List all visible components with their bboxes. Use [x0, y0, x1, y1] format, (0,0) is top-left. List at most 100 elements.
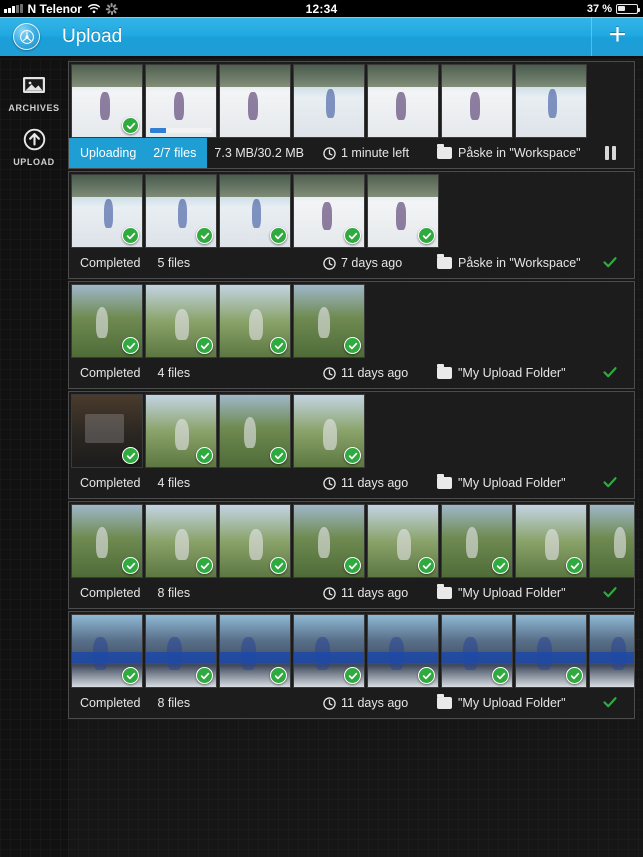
upload-time-label: 11 days ago [341, 476, 409, 490]
thumbnail[interactable] [441, 614, 513, 688]
upload-complete-badge [566, 557, 583, 574]
check-icon [602, 474, 618, 493]
thumbnail[interactable] [367, 504, 439, 578]
thumbnail[interactable] [71, 394, 143, 468]
upload-row[interactable]: Completed 4 files 11 days ago "My Upload Fo… [68, 391, 635, 499]
upload-row[interactable]: Completed 8 files 11 days ago "My Upload Fo… [68, 611, 635, 719]
upload-folder-label: Påske in "Workspace" [458, 256, 581, 270]
thumbnail[interactable] [145, 64, 217, 138]
upload-row[interactable]: Completed 4 files 11 days ago "My Upload Fo… [68, 281, 635, 389]
thumbnail[interactable] [219, 394, 291, 468]
clock-icon [323, 586, 336, 600]
thumbnail[interactable] [367, 64, 439, 138]
thumbnail[interactable] [515, 504, 587, 578]
sidebar-item-upload-label: UPLOAD [13, 157, 55, 167]
upload-folder-group: "My Upload Folder" [437, 584, 566, 600]
thumbnail[interactable] [219, 64, 291, 138]
thumbnail[interactable] [515, 64, 587, 138]
thumbnail[interactable] [367, 174, 439, 248]
thumbnail-strip [69, 172, 634, 248]
thumbnail[interactable] [219, 614, 291, 688]
thumbnail[interactable] [145, 174, 217, 248]
upload-complete-badge [344, 227, 361, 244]
thumbnail[interactable] [71, 64, 143, 138]
thumbnail[interactable] [71, 504, 143, 578]
upload-state-label: Completed [80, 256, 141, 270]
thumbnail[interactable] [145, 284, 217, 358]
upload-complete-badge [196, 337, 213, 354]
thumbnail[interactable] [71, 284, 143, 358]
thumbnail[interactable] [367, 614, 439, 688]
thumbnail[interactable] [293, 284, 365, 358]
thumbnail[interactable] [589, 504, 634, 578]
pause-upload-button[interactable] [586, 138, 634, 168]
folder-icon [437, 694, 452, 709]
folder-icon [437, 144, 452, 159]
thumbnail[interactable] [293, 174, 365, 248]
upload-time-group: 1 minute left [323, 146, 409, 160]
upload-folder-group: Påske in "Workspace" [437, 144, 581, 160]
upload-time-group: 11 days ago [323, 696, 408, 710]
upload-folder-group: "My Upload Folder" [437, 474, 566, 490]
thumbnail[interactable] [441, 504, 513, 578]
upload-complete-badge [270, 667, 287, 684]
upload-complete-badge [196, 447, 213, 464]
upload-file-count: 8 files [157, 696, 191, 710]
upload-list-panel[interactable]: Uploading 2/7 files 7.3 MB/30.2 MB 1 minute… [68, 59, 643, 857]
app-logo-icon[interactable] [13, 23, 40, 50]
upload-complete-badge [270, 447, 287, 464]
check-icon [602, 584, 618, 603]
thumbnail[interactable] [219, 504, 291, 578]
upload-complete-indicator [586, 358, 634, 388]
upload-row[interactable]: Uploading 2/7 files 7.3 MB/30.2 MB 1 minute… [68, 61, 635, 169]
thumbnail[interactable] [71, 614, 143, 688]
upload-time-group: 11 days ago [323, 366, 408, 380]
upload-row[interactable]: Completed 5 files 7 days ago Påske in "Work… [68, 171, 635, 279]
thumbnail[interactable] [293, 614, 365, 688]
upload-complete-badge [122, 667, 139, 684]
thumbnail[interactable] [515, 614, 587, 688]
clock-icon [323, 146, 336, 160]
sidebar-item-upload[interactable]: UPLOAD [0, 113, 68, 167]
thumbnail[interactable] [145, 614, 217, 688]
check-icon [602, 364, 618, 383]
thumbnail-strip [69, 62, 634, 138]
upload-row[interactable]: Completed 8 files 11 days ago "My Upload Fo… [68, 501, 635, 609]
upload-complete-indicator [586, 248, 634, 278]
page-title: Upload [62, 25, 123, 47]
upload-complete-badge [196, 227, 213, 244]
upload-complete-badge [566, 667, 583, 684]
thumbnail[interactable] [145, 394, 217, 468]
upload-time-label: 11 days ago [341, 696, 409, 710]
upload-folder-group: "My Upload Folder" [437, 694, 566, 710]
clock-icon [323, 696, 336, 710]
thumbnail[interactable] [293, 64, 365, 138]
ios-status-bar: N Telenor 12:34 37 % [0, 0, 643, 17]
photo-archive-icon [19, 72, 49, 98]
thumbnail[interactable] [145, 504, 217, 578]
sidebar-item-archives[interactable]: ARCHIVES [0, 59, 68, 113]
folder-icon [437, 254, 452, 269]
upload-file-count: 5 files [157, 256, 191, 270]
thumbnail[interactable] [219, 174, 291, 248]
thumbnail[interactable] [589, 614, 634, 688]
thumbnail[interactable] [219, 284, 291, 358]
thumbnail[interactable] [441, 64, 513, 138]
upload-complete-badge [344, 557, 361, 574]
add-upload-button[interactable]: + [591, 17, 643, 56]
upload-complete-indicator [586, 468, 634, 498]
clock-label: 12:34 [305, 1, 338, 16]
upload-state-group: Completed 4 files [69, 358, 201, 388]
upload-file-count: 4 files [157, 476, 191, 490]
clock-icon [323, 366, 336, 380]
upload-complete-badge [418, 557, 435, 574]
upload-complete-badge [122, 117, 139, 134]
sidebar-item-archives-label: ARCHIVES [8, 103, 60, 113]
thumbnail[interactable] [71, 174, 143, 248]
upload-time-label: 1 minute left [341, 146, 410, 160]
thumbnail[interactable] [293, 394, 365, 468]
upload-complete-badge [122, 337, 139, 354]
upload-time-label: 11 days ago [341, 586, 409, 600]
upload-folder-label: Påske in "Workspace" [458, 146, 581, 160]
thumbnail[interactable] [293, 504, 365, 578]
